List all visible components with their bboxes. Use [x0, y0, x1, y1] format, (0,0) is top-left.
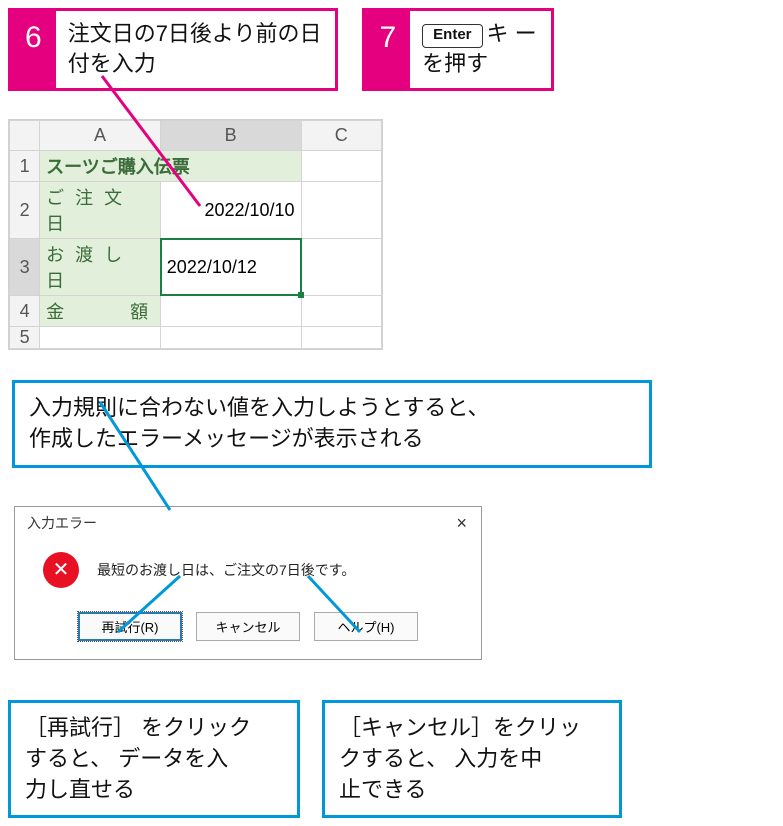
step-7-number: 7 [365, 11, 410, 88]
sheet-title[interactable]: スーツご購入伝票 [40, 151, 301, 182]
step-7-tail: キ ー [487, 21, 537, 46]
step-6-text: 注文日の7日後より前の日 付を入力 [56, 11, 336, 88]
cell-a5[interactable] [40, 327, 161, 349]
dialog-message: 最短のお渡し日は、ご注文の7日後です。 [97, 560, 355, 580]
cell-c5[interactable] [301, 327, 381, 349]
row-header-4[interactable]: 4 [10, 296, 40, 327]
order-date-value[interactable]: 2022/10/10 [160, 182, 301, 239]
step-7-callout: 7 Enterキ ー を押す [362, 8, 553, 91]
error-icon: ✕ [43, 552, 79, 588]
step-6-number: 6 [11, 11, 56, 88]
row-header-1[interactable]: 1 [10, 151, 40, 182]
help-button-label: ヘルプ(H) [337, 620, 394, 635]
help-button[interactable]: ヘルプ(H) [314, 612, 418, 641]
retry-button-label: 再試行(R) [101, 620, 158, 635]
enter-key-icon: Enter [422, 24, 482, 48]
step-7-line2: を押す [422, 51, 488, 76]
amount-label[interactable]: 金 額 [40, 296, 161, 327]
delivery-date-value: 2022/10/12 [167, 257, 257, 277]
cancel-button-label: キャンセル [215, 620, 280, 635]
cell-c2[interactable] [301, 182, 381, 239]
delivery-date-input[interactable]: 2022/10/12 [160, 239, 301, 296]
validation-explanation: 入力規則に合わない値を入力しようとすると、 作成したエラーメッセージが表示される [12, 380, 652, 468]
delivery-date-label[interactable]: お 渡 し 日 [40, 239, 161, 296]
col-header-a[interactable]: A [40, 121, 161, 151]
row-header-5[interactable]: 5 [10, 327, 40, 349]
cell-c4[interactable] [301, 296, 381, 327]
corner-cell [10, 121, 40, 151]
col-header-b[interactable]: B [160, 121, 301, 151]
amount-value[interactable] [160, 296, 301, 327]
dialog-close-button[interactable]: × [450, 513, 473, 534]
cancel-button[interactable]: キャンセル [196, 612, 300, 641]
row-header-3[interactable]: 3 [10, 239, 40, 296]
cell-c1[interactable] [301, 151, 381, 182]
error-dialog: 入力エラー × ✕ 最短のお渡し日は、ご注文の7日後です。 再試行(R) キャン… [14, 506, 482, 660]
retry-button[interactable]: 再試行(R) [78, 612, 182, 641]
cell-b5[interactable] [160, 327, 301, 349]
cancel-explanation: ［キャンセル］をクリッ クすると、 入力を中 止できる [322, 700, 622, 818]
col-header-c[interactable]: C [301, 121, 381, 151]
step-7-text: Enterキ ー を押す [410, 11, 550, 88]
dialog-title: 入力エラー [27, 513, 97, 533]
cell-c3[interactable] [301, 239, 381, 296]
row-header-2[interactable]: 2 [10, 182, 40, 239]
spreadsheet: A B C 1 スーツご購入伝票 2 ご 注 文 日 2022/10/10 3 … [8, 119, 383, 350]
step-6-callout: 6 注文日の7日後より前の日 付を入力 [8, 8, 338, 91]
retry-explanation: ［再試行］ をクリック すると、 データを入 力し直せる [8, 700, 300, 818]
order-date-label[interactable]: ご 注 文 日 [40, 182, 161, 239]
